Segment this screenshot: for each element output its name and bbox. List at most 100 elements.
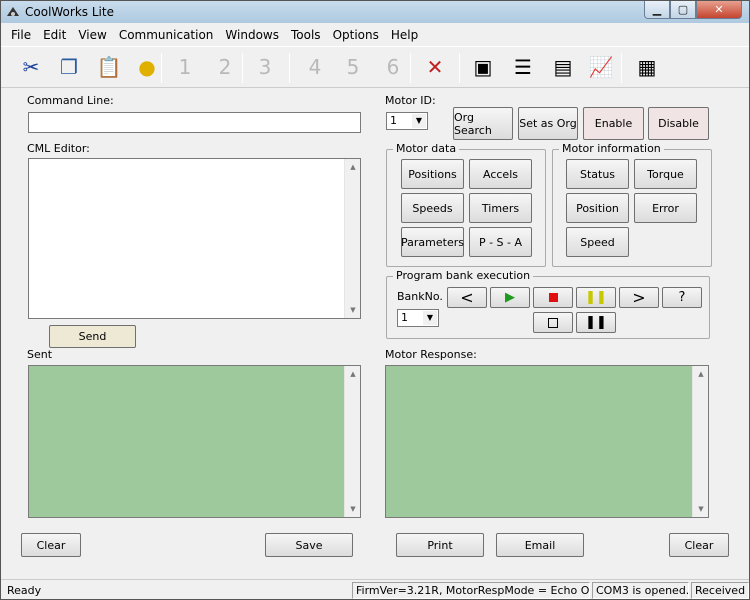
psa-button[interactable]: P - S - A — [469, 227, 532, 257]
sent-label: Sent — [27, 348, 53, 361]
parameters-button[interactable]: Parameters — [401, 227, 464, 257]
macro-6-icon: 6 — [386, 55, 400, 79]
paste-button[interactable]: 📋 — [93, 51, 125, 83]
chevron-down-icon: ▼ — [423, 311, 437, 325]
menu-communication[interactable]: Communication — [113, 25, 220, 45]
menu-file[interactable]: File — [5, 25, 37, 45]
send-button[interactable]: Send — [49, 325, 136, 348]
pause-icon: ❚❚ — [585, 315, 607, 330]
panel-button[interactable]: ▦ — [631, 51, 663, 83]
list-button[interactable]: ☰ — [507, 51, 539, 83]
motor-response-scrollbar[interactable]: ▲ ▼ — [692, 366, 708, 517]
copy-icon: ❐ — [60, 55, 78, 79]
menu-tools[interactable]: Tools — [285, 25, 327, 45]
help-button[interactable]: ? — [662, 287, 702, 308]
paste-icon: 📋 — [96, 55, 122, 79]
copy-button[interactable]: ❐ — [53, 51, 85, 83]
motor-id-value: 1 — [390, 114, 397, 127]
motor-response-label: Motor Response: — [385, 348, 477, 361]
positions-button[interactable]: Positions — [401, 159, 464, 189]
minimize-button[interactable]: ▁ — [644, 1, 670, 19]
torque-button[interactable]: Torque — [634, 159, 697, 189]
toolbar-separator — [289, 53, 290, 83]
cancel-macro-icon: ✕ — [426, 55, 444, 79]
speed-button[interactable]: Speed — [566, 227, 629, 257]
status-ready: Ready — [7, 584, 42, 597]
cancel-macro-button[interactable]: ✕ — [419, 51, 451, 83]
close-button[interactable]: ✕ — [696, 1, 742, 19]
cml-editor-label: CML Editor: — [27, 142, 90, 155]
clear-sent-button[interactable]: Clear — [21, 533, 81, 557]
motor-tool-icon: ▤ — [553, 55, 573, 79]
cut-icon: ✂ — [22, 55, 40, 79]
toolbar-separator — [242, 53, 243, 83]
macro-4-button[interactable]: 4 — [299, 51, 331, 83]
step-button[interactable] — [533, 312, 573, 333]
bank-no-select[interactable]: 1 ▼ — [397, 309, 439, 327]
macro-4-icon: 4 — [308, 55, 322, 79]
macro-5-button[interactable]: 5 — [337, 51, 369, 83]
status-received: Received 2 — [691, 582, 749, 599]
chart-button[interactable]: 📈 — [585, 51, 617, 83]
bank-no-label: BankNo. — [397, 290, 443, 303]
previous-button[interactable]: < — [447, 287, 487, 308]
accels-button[interactable]: Accels — [469, 159, 532, 189]
next-button[interactable]: > — [619, 287, 659, 308]
connect-button[interactable]: ● — [131, 51, 163, 83]
macro-3-button[interactable]: 3 — [249, 51, 281, 83]
menu-bar: File Edit View Communication Windows Too… — [1, 25, 749, 45]
pause-icon: ❚❚ — [585, 290, 607, 305]
motor-id-select[interactable]: 1 ▼ — [386, 112, 428, 130]
pause-button[interactable]: ❚❚ — [576, 312, 616, 333]
macro-3-icon: 3 — [258, 55, 272, 79]
play-button[interactable]: ▶ — [490, 287, 530, 308]
clear-response-button[interactable]: Clear — [669, 533, 729, 557]
position-button[interactable]: Position — [566, 193, 629, 223]
menu-help[interactable]: Help — [385, 25, 424, 45]
list-icon: ☰ — [514, 55, 532, 79]
status-firmware: FirmVer=3.21R, MotorRespMode = Echo On — [352, 582, 590, 599]
motor-tool-button[interactable]: ▤ — [547, 51, 579, 83]
chart-icon: 📈 — [588, 55, 614, 79]
motor-response-textarea[interactable]: ▲ ▼ — [385, 365, 709, 518]
play-icon: ▶ — [505, 290, 515, 305]
disable-button[interactable]: Disable — [648, 107, 709, 140]
sent-scrollbar[interactable]: ▲ ▼ — [344, 366, 360, 517]
macro-2-button[interactable]: 2 — [209, 51, 241, 83]
cml-editor-textarea[interactable]: ▲ ▼ — [28, 158, 361, 319]
enable-button[interactable]: Enable — [583, 107, 644, 140]
menu-windows[interactable]: Windows — [219, 25, 285, 45]
speeds-button[interactable]: Speeds — [401, 193, 464, 223]
menu-view[interactable]: View — [72, 25, 112, 45]
macro-1-icon: 1 — [178, 55, 192, 79]
org-search-button[interactable]: Org Search — [453, 107, 513, 140]
print-button[interactable]: Print — [396, 533, 484, 557]
pause-yellow-button[interactable]: ❚❚ — [576, 287, 616, 308]
motor-id-label: Motor ID: — [385, 94, 436, 107]
set-as-org-button[interactable]: Set as Org — [518, 107, 578, 140]
chevron-down-icon: ▼ — [412, 114, 426, 128]
maximize-button[interactable]: ▢ — [670, 1, 696, 19]
program-bank-title: Program bank execution — [393, 269, 534, 282]
window-title: CoolWorks Lite — [25, 5, 114, 19]
save-button[interactable]: Save — [265, 533, 353, 557]
toolbar-separator — [459, 53, 460, 83]
command-line-input[interactable] — [28, 112, 361, 133]
app-window: CoolWorks Lite ▁ ▢ ✕ File Edit View Comm… — [0, 0, 750, 600]
stop-button[interactable] — [533, 287, 573, 308]
cml-editor-scrollbar[interactable]: ▲ ▼ — [344, 159, 360, 318]
motor-data-title: Motor data — [393, 142, 460, 155]
connect-icon: ● — [138, 55, 156, 79]
email-button[interactable]: Email — [496, 533, 584, 557]
menu-edit[interactable]: Edit — [37, 25, 72, 45]
macro-1-button[interactable]: 1 — [169, 51, 201, 83]
menu-options[interactable]: Options — [327, 25, 385, 45]
sent-textarea[interactable]: ▲ ▼ — [28, 365, 361, 518]
status-button[interactable]: Status — [566, 159, 629, 189]
cut-button[interactable]: ✂ — [15, 51, 47, 83]
macro-6-button[interactable]: 6 — [377, 51, 409, 83]
error-button[interactable]: Error — [634, 193, 697, 223]
macro-2-icon: 2 — [218, 55, 232, 79]
timers-button[interactable]: Timers — [469, 193, 532, 223]
motor-config-button[interactable]: ▣ — [467, 51, 499, 83]
